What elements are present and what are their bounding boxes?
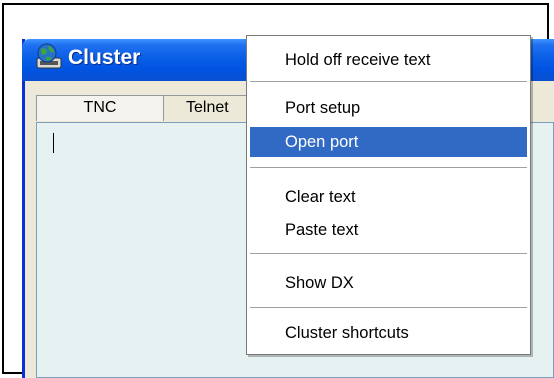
context-menu: Hold off receive text Port setup Open po… xyxy=(246,35,531,355)
menu-separator xyxy=(250,253,527,255)
text-caret xyxy=(53,133,54,153)
menu-item-cluster-shortcuts[interactable]: Cluster shortcuts xyxy=(250,318,527,348)
tab-tnc[interactable]: TNC xyxy=(36,95,164,121)
menu-item-open-port[interactable]: Open port xyxy=(250,127,527,157)
menu-item-hold-off-receive-text[interactable]: Hold off receive text xyxy=(250,45,527,75)
menu-item-show-dx[interactable]: Show DX xyxy=(250,268,527,298)
globe-app-icon[interactable] xyxy=(36,43,62,69)
menu-separator xyxy=(250,81,527,83)
tab-telnet[interactable]: Telnet xyxy=(163,95,253,121)
menu-separator xyxy=(250,307,527,309)
menu-item-port-setup[interactable]: Port setup xyxy=(250,93,527,123)
window-title: Cluster xyxy=(68,46,141,69)
menu-item-paste-text[interactable]: Paste text xyxy=(250,215,527,245)
menu-item-clear-text[interactable]: Clear text xyxy=(250,182,527,212)
menu-separator xyxy=(250,167,527,169)
